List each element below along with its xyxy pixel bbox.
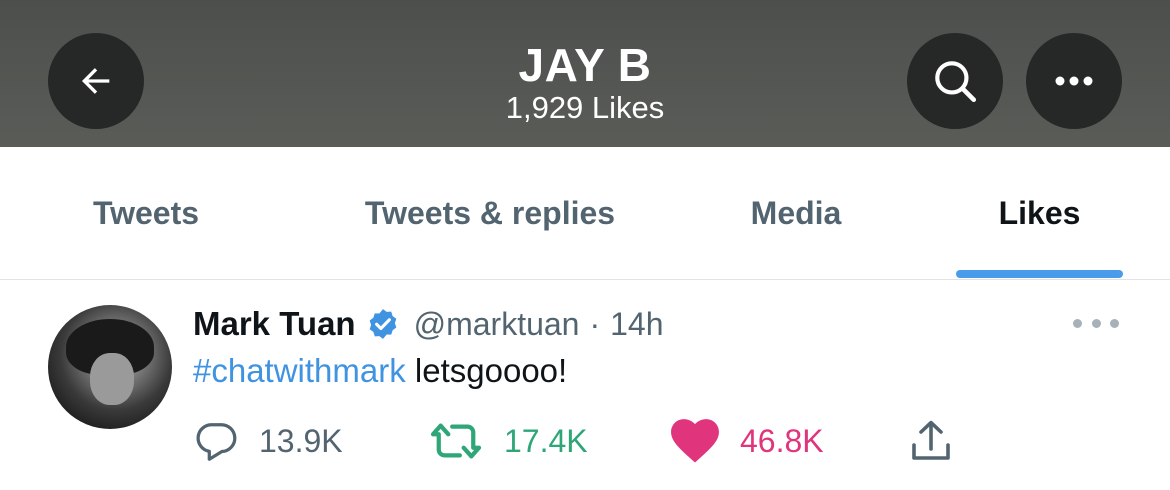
tab-tweets-replies[interactable]: Tweets & replies	[330, 147, 650, 279]
avatar-face	[90, 353, 134, 405]
search-icon	[935, 61, 977, 103]
search-button[interactable]	[907, 33, 1003, 129]
like-button[interactable]: 46.8K	[670, 416, 824, 466]
share-icon	[912, 420, 950, 460]
tweet-body: letsgoooo!	[405, 352, 568, 389]
reply-icon	[196, 423, 237, 461]
profile-header: JAY B 1,929 Likes	[0, 0, 1170, 147]
tab-tweets[interactable]: Tweets	[30, 147, 262, 279]
more-horizontal-icon	[1055, 76, 1093, 86]
profile-tabs: Tweets Tweets & replies Media Likes	[0, 147, 1170, 280]
reply-count: 13.9K	[259, 422, 343, 459]
retweet-button[interactable]: 17.4K	[428, 416, 588, 466]
tweet-timestamp[interactable]: 14h	[610, 306, 663, 343]
retweet-count: 17.4K	[504, 422, 588, 459]
tweet-header: Mark Tuan @marktuan · 14h	[193, 302, 664, 346]
dot-icon	[1091, 318, 1101, 328]
separator-dot: ·	[589, 305, 601, 342]
retweet-icon	[430, 423, 482, 459]
heart-filled-icon	[671, 419, 719, 463]
tweet-more-button[interactable]	[1073, 313, 1119, 333]
tab-likes[interactable]: Likes	[956, 147, 1123, 279]
verified-badge-icon	[369, 309, 396, 339]
tab-media[interactable]: Media	[710, 147, 882, 279]
reply-button[interactable]: 13.9K	[193, 416, 343, 466]
tweet-text: #chatwithmark letsgoooo!	[193, 352, 567, 390]
share-button[interactable]	[907, 416, 955, 466]
more-button[interactable]	[1026, 33, 1122, 129]
hashtag-link[interactable]: #chatwithmark	[193, 352, 406, 389]
avatar[interactable]	[48, 305, 172, 429]
dot-icon	[1073, 318, 1082, 328]
like-count: 46.8K	[740, 422, 824, 459]
active-tab-indicator	[956, 270, 1123, 278]
tweet-author-handle[interactable]: @marktuan	[414, 306, 580, 343]
tweet-author-name[interactable]: Mark Tuan	[193, 305, 356, 343]
dot-icon	[1110, 318, 1119, 328]
